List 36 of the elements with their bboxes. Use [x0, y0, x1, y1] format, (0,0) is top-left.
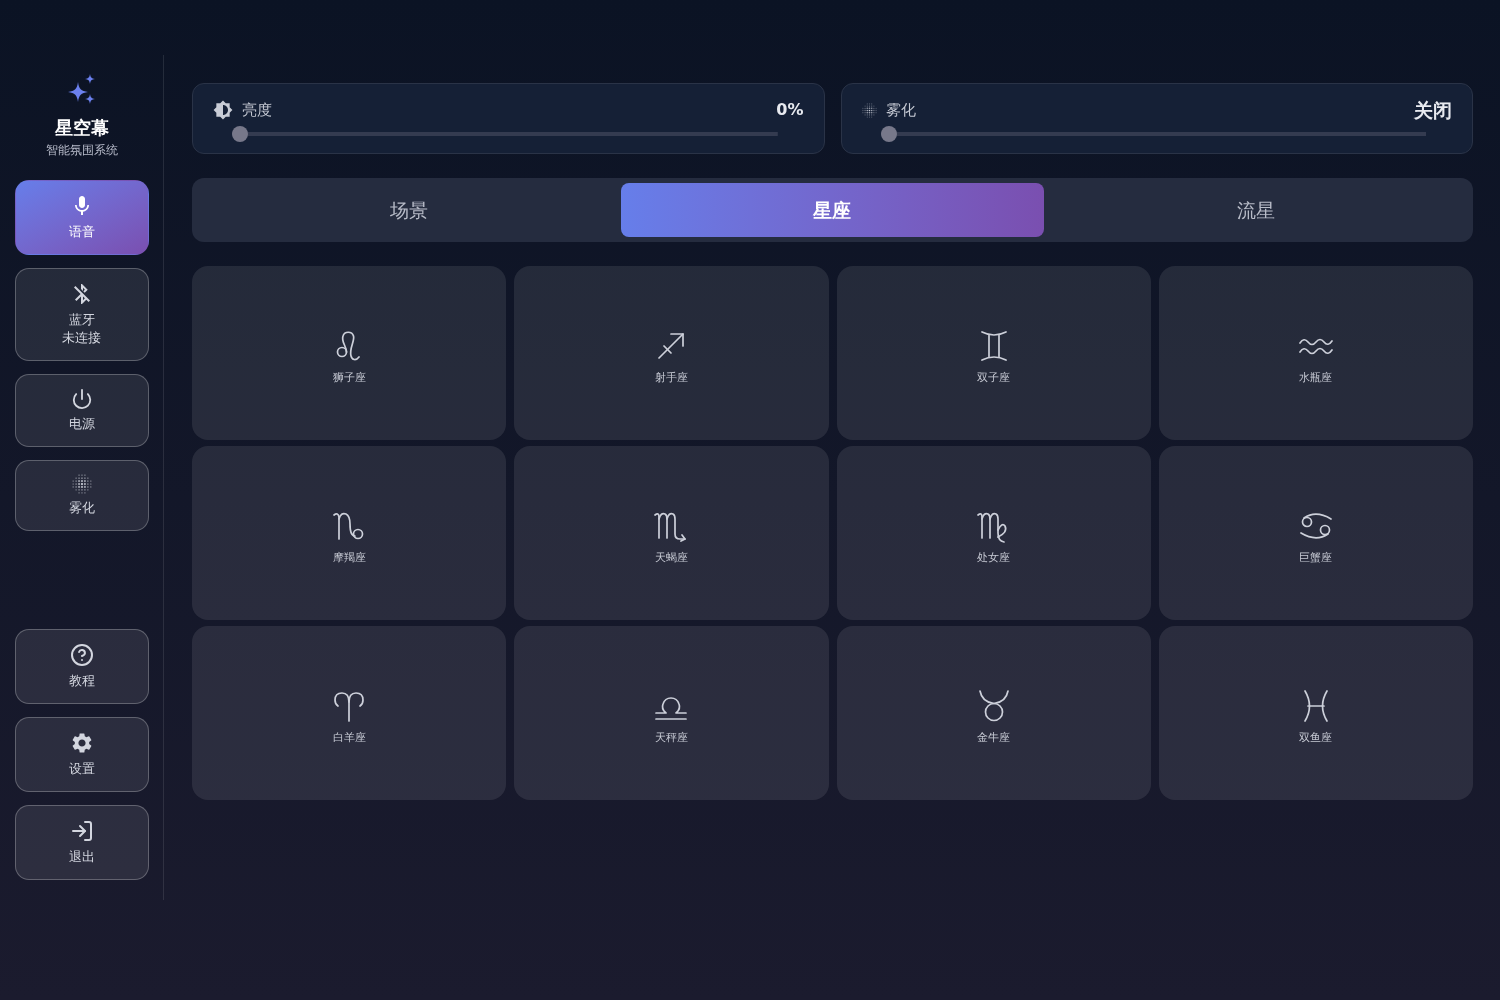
constellation-card[interactable]: 狮子座 — [192, 266, 507, 440]
control-label: 雾化 — [885, 99, 916, 121]
control-label: 亮度 — [242, 99, 272, 121]
sidebar-button[interactable]: 教程 — [14, 629, 149, 704]
constellation-card[interactable]: 摩羯座 — [192, 446, 507, 620]
tab[interactable]: 流星 — [1044, 183, 1468, 237]
constellation-card[interactable]: 金牛座 — [836, 626, 1151, 800]
control-value: 0% — [776, 99, 804, 121]
dot-grid-icon — [861, 102, 877, 118]
dot-grid-icon — [71, 474, 92, 494]
help-icon — [69, 643, 94, 667]
constellation-card[interactable]: 射手座 — [514, 266, 829, 440]
constellation-card[interactable]: 水瓶座 — [1158, 266, 1473, 440]
constellation-card[interactable]: 双子座 — [836, 266, 1151, 440]
sidebar-button[interactable]: 语音 — [14, 180, 149, 255]
tab[interactable]: 场景 — [197, 183, 621, 237]
sidebar-button[interactable]: 雾化 — [14, 460, 149, 531]
power-icon — [70, 388, 93, 410]
app-subtitle: 智能氛围系统 — [45, 142, 118, 158]
constellation-card[interactable]: 天秤座 — [514, 626, 829, 800]
brightness-icon — [213, 100, 233, 120]
slider-thumb[interactable] — [232, 126, 248, 142]
slider-thumb[interactable] — [880, 126, 897, 142]
constellation-card[interactable]: 双鱼座 — [1158, 626, 1473, 800]
sidebar-button[interactable]: 蓝牙 未连接 — [14, 268, 149, 361]
sidebar-button[interactable]: 设置 — [14, 717, 149, 792]
tab[interactable]: 星座 — [620, 183, 1045, 237]
app-title: 星空幕 — [54, 116, 109, 140]
arrow-into-box-icon — [69, 819, 94, 843]
constellation-card[interactable]: 天蝎座 — [514, 446, 829, 620]
sidebar-button[interactable]: 退出 — [14, 805, 149, 880]
constellation-card[interactable]: 白羊座 — [192, 626, 507, 800]
control-value: 关闭 — [1414, 97, 1452, 123]
constellation-card[interactable]: 处女座 — [836, 446, 1151, 620]
sidebar-button[interactable]: 电源 — [14, 374, 149, 447]
constellation-card[interactable]: 巨蟹座 — [1158, 446, 1473, 620]
